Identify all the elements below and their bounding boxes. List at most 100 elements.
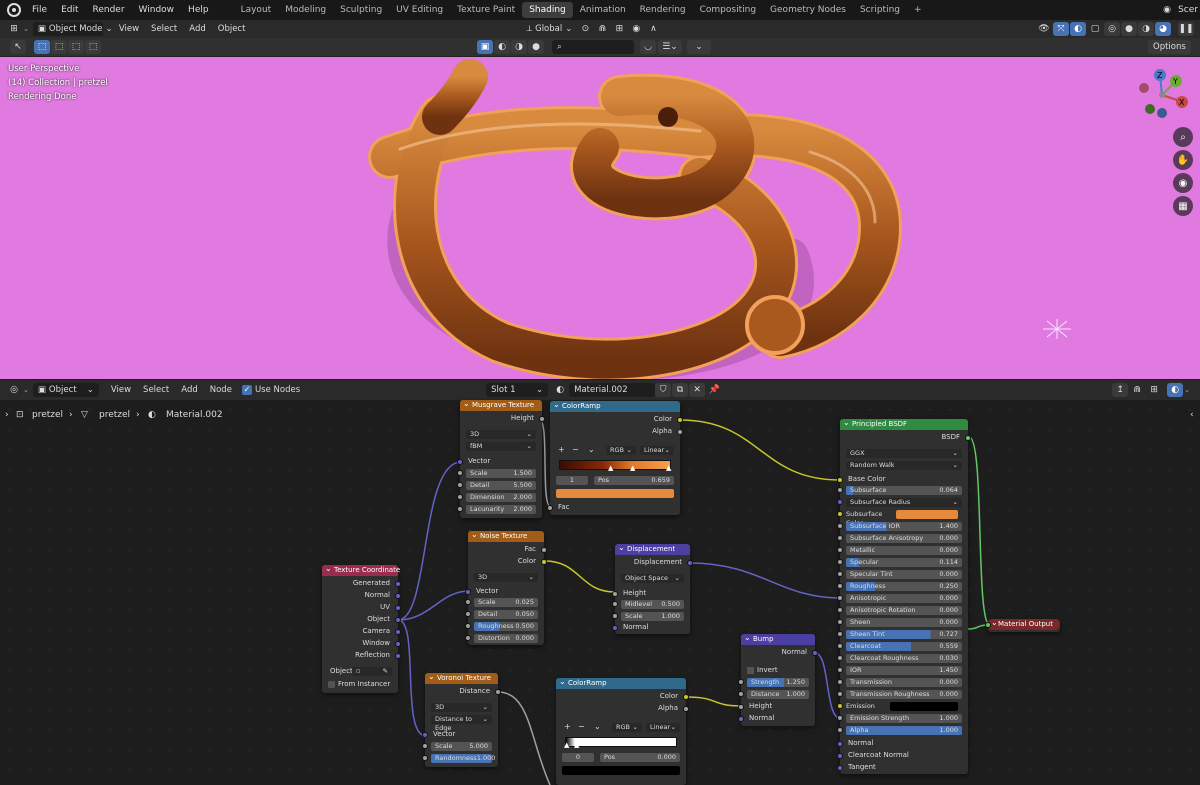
- menu-select[interactable]: Select: [145, 24, 183, 34]
- snap-target-icon[interactable]: ⊞: [611, 22, 627, 36]
- distortion-field[interactable]: Distortion 0.000: [474, 634, 538, 643]
- add-workspace-button[interactable]: +: [907, 2, 929, 18]
- dimension-select[interactable]: 3D ⌄: [466, 430, 536, 439]
- add-stop-icon[interactable]: +: [564, 722, 571, 731]
- interpolation-select[interactable]: Linear ⌄: [640, 446, 674, 455]
- stop-position-field[interactable]: Pos 0.000: [600, 753, 680, 762]
- output-socket[interactable]: [541, 547, 547, 553]
- bsdf-field-emission[interactable]: Emission: [846, 702, 962, 711]
- tab-modeling[interactable]: Modeling: [278, 2, 333, 18]
- invert-checkbox[interactable]: [747, 667, 754, 674]
- active-stop-index[interactable]: 0: [562, 753, 594, 762]
- input-socket[interactable]: [457, 470, 463, 476]
- options-button[interactable]: Options: [1148, 40, 1191, 54]
- editor-type-icon[interactable]: ⊞: [6, 22, 22, 36]
- input-socket[interactable]: [465, 635, 471, 641]
- tab-animation[interactable]: Animation: [573, 2, 633, 18]
- filter-icon[interactable]: ◡: [640, 40, 656, 54]
- pause-render-icon[interactable]: ❚❚: [1178, 22, 1194, 36]
- overlay-toggle-icon[interactable]: ◐: [1070, 22, 1086, 36]
- ramp-stop-marker[interactable]: ▲: [574, 741, 579, 749]
- view-layer-filter-icon[interactable]: ▣: [477, 40, 493, 54]
- tab-texture-paint[interactable]: Texture Paint: [450, 2, 522, 18]
- pivot-icon[interactable]: ⊙: [577, 22, 593, 36]
- output-socket[interactable]: [541, 559, 547, 565]
- bsdf-field-alpha[interactable]: Alpha 1.000: [846, 726, 962, 735]
- tab-layout[interactable]: Layout: [234, 2, 279, 18]
- musgrave-type-select[interactable]: fBM ⌄: [466, 442, 536, 451]
- sort-icon[interactable]: ☰⌄: [658, 40, 682, 54]
- color-mode-select[interactable]: RGB ⌄: [606, 446, 636, 455]
- ramp-stop-marker[interactable]: ▲: [666, 464, 671, 472]
- input-socket[interactable]: [465, 623, 471, 629]
- tab-shading[interactable]: Shading: [522, 2, 573, 18]
- input-socket[interactable]: [837, 487, 843, 493]
- space-select[interactable]: Object Space ⌄: [621, 574, 684, 583]
- xray-icon[interactable]: ▢: [1087, 22, 1103, 36]
- menu-window[interactable]: Window: [132, 5, 182, 15]
- bsdf-field-sheen[interactable]: Sheen 0.000: [846, 618, 962, 627]
- feature-select[interactable]: Distance to Edge ⌄: [431, 715, 492, 732]
- input-socket[interactable]: [612, 601, 618, 607]
- bsdf-field-subsurface[interactable]: Subsurface 0.064: [846, 486, 962, 495]
- input-socket[interactable]: [985, 622, 991, 628]
- input-socket[interactable]: [547, 505, 553, 511]
- search-input[interactable]: ⌕: [552, 40, 634, 54]
- input-socket[interactable]: [422, 743, 428, 749]
- input-socket[interactable]: [457, 506, 463, 512]
- input-socket[interactable]: [612, 613, 618, 619]
- colorramp-node[interactable]: ColorRamp Color Alpha + − ⌄ RGB⌄ Linear⌄…: [547, 399, 683, 515]
- input-socket[interactable]: [837, 607, 843, 613]
- input-socket[interactable]: [738, 691, 744, 697]
- input-socket[interactable]: [465, 589, 471, 595]
- input-socket[interactable]: [837, 619, 843, 625]
- navigation-gizmo[interactable]: X Z Y: [1132, 67, 1196, 123]
- displacement-node[interactable]: Displacement Displacement Object Space⌄ …: [612, 542, 693, 634]
- bsdf-field-emission-strength[interactable]: Emission Strength 1.000: [846, 714, 962, 723]
- tab-uv-editing[interactable]: UV Editing: [389, 2, 450, 18]
- shader-node-editor[interactable]: ◎ ⌄ ▣ Object ⌄ View Select Add Node ✓ Use …: [0, 380, 1200, 785]
- scene-selector[interactable]: Scer: [1176, 5, 1200, 15]
- menu-object[interactable]: Object: [212, 24, 252, 34]
- input-socket[interactable]: [837, 535, 843, 541]
- noise-texture-node[interactable]: Noise Texture Fac Color 3D⌄ Vector Scale…: [465, 529, 547, 645]
- pan-hand-icon[interactable]: ✋: [1173, 150, 1193, 170]
- input-socket[interactable]: [837, 643, 843, 649]
- stop-position-field[interactable]: Pos 0.659: [594, 476, 674, 485]
- add-stop-icon[interactable]: +: [558, 445, 565, 454]
- select-box-new-icon[interactable]: ⬚: [34, 40, 50, 54]
- voronoi-texture-node[interactable]: Voronoi Texture Distance 3D⌄ Distance to…: [422, 671, 501, 767]
- color-swatch[interactable]: [890, 702, 958, 711]
- output-socket[interactable]: [395, 653, 401, 659]
- light-filter-icon[interactable]: ●: [528, 40, 544, 54]
- output-socket[interactable]: [687, 560, 693, 566]
- ramp-stop-marker[interactable]: ▲: [564, 741, 569, 749]
- output-socket[interactable]: [677, 429, 683, 435]
- stop-color-swatch[interactable]: [556, 489, 674, 498]
- output-socket[interactable]: [683, 694, 689, 700]
- input-socket[interactable]: [457, 494, 463, 500]
- camera-view-icon[interactable]: ◉: [1173, 173, 1193, 193]
- roughness-field[interactable]: Roughness 0.500: [474, 622, 538, 631]
- input-socket[interactable]: [837, 765, 843, 771]
- ramp-gradient-bar[interactable]: [559, 460, 671, 470]
- distance-field[interactable]: Distance 1.000: [747, 690, 809, 699]
- bsdf-field-metallic[interactable]: Metallic 0.000: [846, 546, 962, 555]
- transform-orientation[interactable]: ⟂ Global ⌄: [521, 22, 577, 36]
- output-socket[interactable]: [812, 650, 818, 656]
- bsdf-field-transmission-roughness[interactable]: Transmission Roughness 0.000: [846, 690, 962, 699]
- input-socket[interactable]: [738, 716, 744, 722]
- input-socket[interactable]: [837, 583, 843, 589]
- ramp-stop-marker[interactable]: ▲: [608, 464, 613, 472]
- input-socket[interactable]: [837, 679, 843, 685]
- chevron-down-icon[interactable]: ⌄: [594, 722, 601, 731]
- scale-field[interactable]: Scale 5.000: [431, 742, 492, 751]
- output-socket[interactable]: [395, 593, 401, 599]
- view-filter-icon[interactable]: ◐: [494, 40, 510, 54]
- shading-wireframe-icon[interactable]: ◎: [1104, 22, 1120, 36]
- menu-render[interactable]: Render: [86, 5, 132, 15]
- bsdf-field-anisotropic[interactable]: Anisotropic 0.000: [846, 594, 962, 603]
- stop-color-swatch[interactable]: [562, 766, 680, 775]
- select-tool-icon[interactable]: ↖: [10, 40, 26, 54]
- output-socket[interactable]: [965, 435, 971, 441]
